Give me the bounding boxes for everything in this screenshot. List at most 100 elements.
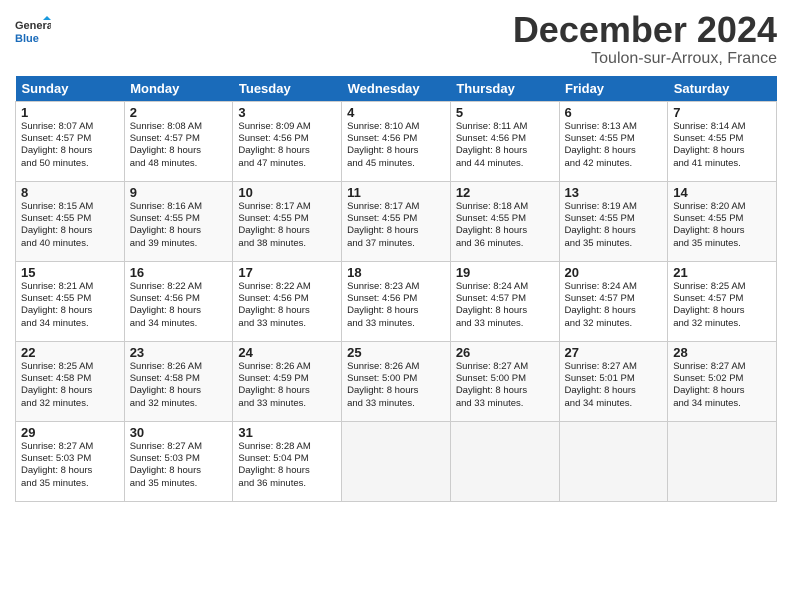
day-info: Sunset: 4:58 PM [21,373,119,385]
day-info: Sunrise: 8:20 AM [673,201,771,213]
day-number: 1 [21,105,119,120]
day-info: Daylight: 8 hours [238,145,336,157]
day-info: Daylight: 8 hours [347,225,445,237]
day-info: Sunrise: 8:19 AM [565,201,663,213]
day-info: Daylight: 8 hours [456,145,554,157]
day-info: Daylight: 8 hours [673,385,771,397]
svg-text:General: General [15,20,51,32]
col-wednesday: Wednesday [342,76,451,102]
day-info: Sunrise: 8:26 AM [347,361,445,373]
table-row: 6Sunrise: 8:13 AMSunset: 4:55 PMDaylight… [559,101,668,181]
day-number: 11 [347,185,445,200]
location-title: Toulon-sur-Arroux, France [513,50,777,68]
table-row: 23Sunrise: 8:26 AMSunset: 4:58 PMDayligh… [124,341,233,421]
table-row [342,421,451,501]
day-info: and 33 minutes. [238,398,336,410]
day-number: 30 [130,425,228,440]
day-info: Sunrise: 8:11 AM [456,121,554,133]
day-number: 29 [21,425,119,440]
table-row: 2Sunrise: 8:08 AMSunset: 4:57 PMDaylight… [124,101,233,181]
table-row: 25Sunrise: 8:26 AMSunset: 5:00 PMDayligh… [342,341,451,421]
day-info: Sunrise: 8:26 AM [238,361,336,373]
day-info: Daylight: 8 hours [21,465,119,477]
day-number: 27 [565,345,663,360]
day-info: Sunset: 4:55 PM [565,133,663,145]
col-tuesday: Tuesday [233,76,342,102]
col-saturday: Saturday [668,76,777,102]
day-info: and 50 minutes. [21,158,119,170]
day-info: Sunset: 4:58 PM [130,373,228,385]
day-info: Sunset: 4:56 PM [238,133,336,145]
table-row: 8Sunrise: 8:15 AMSunset: 4:55 PMDaylight… [16,181,125,261]
day-info: Sunrise: 8:14 AM [673,121,771,133]
day-number: 14 [673,185,771,200]
table-row: 17Sunrise: 8:22 AMSunset: 4:56 PMDayligh… [233,261,342,341]
day-info: Sunrise: 8:10 AM [347,121,445,133]
day-info: Daylight: 8 hours [456,385,554,397]
table-row: 18Sunrise: 8:23 AMSunset: 4:56 PMDayligh… [342,261,451,341]
header: General Blue December 2024 Toulon-sur-Ar… [15,10,777,68]
day-info: Daylight: 8 hours [456,225,554,237]
day-info: Sunset: 4:55 PM [673,133,771,145]
day-info: and 44 minutes. [456,158,554,170]
day-info: Sunset: 4:56 PM [130,293,228,305]
month-title: December 2024 [513,10,777,50]
day-info: and 34 minutes. [130,318,228,330]
day-info: Daylight: 8 hours [130,305,228,317]
day-info: and 34 minutes. [673,398,771,410]
day-number: 17 [238,265,336,280]
day-info: Daylight: 8 hours [238,465,336,477]
logo-svg: General Blue [15,16,51,52]
day-info: Sunrise: 8:28 AM [238,441,336,453]
day-info: Sunset: 4:55 PM [673,213,771,225]
day-info: and 42 minutes. [565,158,663,170]
day-info: and 41 minutes. [673,158,771,170]
day-info: Sunset: 4:55 PM [347,213,445,225]
day-info: Sunrise: 8:27 AM [565,361,663,373]
day-number: 12 [456,185,554,200]
day-number: 16 [130,265,228,280]
day-number: 15 [21,265,119,280]
day-info: Sunrise: 8:26 AM [130,361,228,373]
day-info: and 37 minutes. [347,238,445,250]
day-info: Sunset: 4:56 PM [238,293,336,305]
day-info: Daylight: 8 hours [21,385,119,397]
day-info: Daylight: 8 hours [21,225,119,237]
day-info: Sunset: 4:57 PM [673,293,771,305]
day-info: Sunset: 4:57 PM [456,293,554,305]
day-info: Sunset: 4:55 PM [21,293,119,305]
day-info: Sunrise: 8:17 AM [238,201,336,213]
day-number: 7 [673,105,771,120]
day-info: Daylight: 8 hours [565,225,663,237]
day-info: Sunrise: 8:27 AM [673,361,771,373]
col-friday: Friday [559,76,668,102]
day-number: 3 [238,105,336,120]
day-info: Sunset: 5:00 PM [347,373,445,385]
day-info: and 34 minutes. [565,398,663,410]
day-info: Sunset: 5:03 PM [130,453,228,465]
day-info: Sunrise: 8:22 AM [238,281,336,293]
table-row: 10Sunrise: 8:17 AMSunset: 4:55 PMDayligh… [233,181,342,261]
table-row [450,421,559,501]
day-info: and 38 minutes. [238,238,336,250]
col-thursday: Thursday [450,76,559,102]
table-row: 28Sunrise: 8:27 AMSunset: 5:02 PMDayligh… [668,341,777,421]
table-row: 16Sunrise: 8:22 AMSunset: 4:56 PMDayligh… [124,261,233,341]
table-row: 14Sunrise: 8:20 AMSunset: 4:55 PMDayligh… [668,181,777,261]
day-info: and 33 minutes. [238,318,336,330]
day-info: and 33 minutes. [347,318,445,330]
table-row: 29Sunrise: 8:27 AMSunset: 5:03 PMDayligh… [16,421,125,501]
table-row: 22Sunrise: 8:25 AMSunset: 4:58 PMDayligh… [16,341,125,421]
day-info: Sunrise: 8:13 AM [565,121,663,133]
day-info: Sunrise: 8:23 AM [347,281,445,293]
day-number: 26 [456,345,554,360]
day-info: and 32 minutes. [673,318,771,330]
table-row: 5Sunrise: 8:11 AMSunset: 4:56 PMDaylight… [450,101,559,181]
table-row [668,421,777,501]
day-number: 23 [130,345,228,360]
day-info: Sunset: 4:56 PM [347,133,445,145]
day-number: 24 [238,345,336,360]
table-row: 30Sunrise: 8:27 AMSunset: 5:03 PMDayligh… [124,421,233,501]
day-info: Daylight: 8 hours [347,385,445,397]
table-row [559,421,668,501]
